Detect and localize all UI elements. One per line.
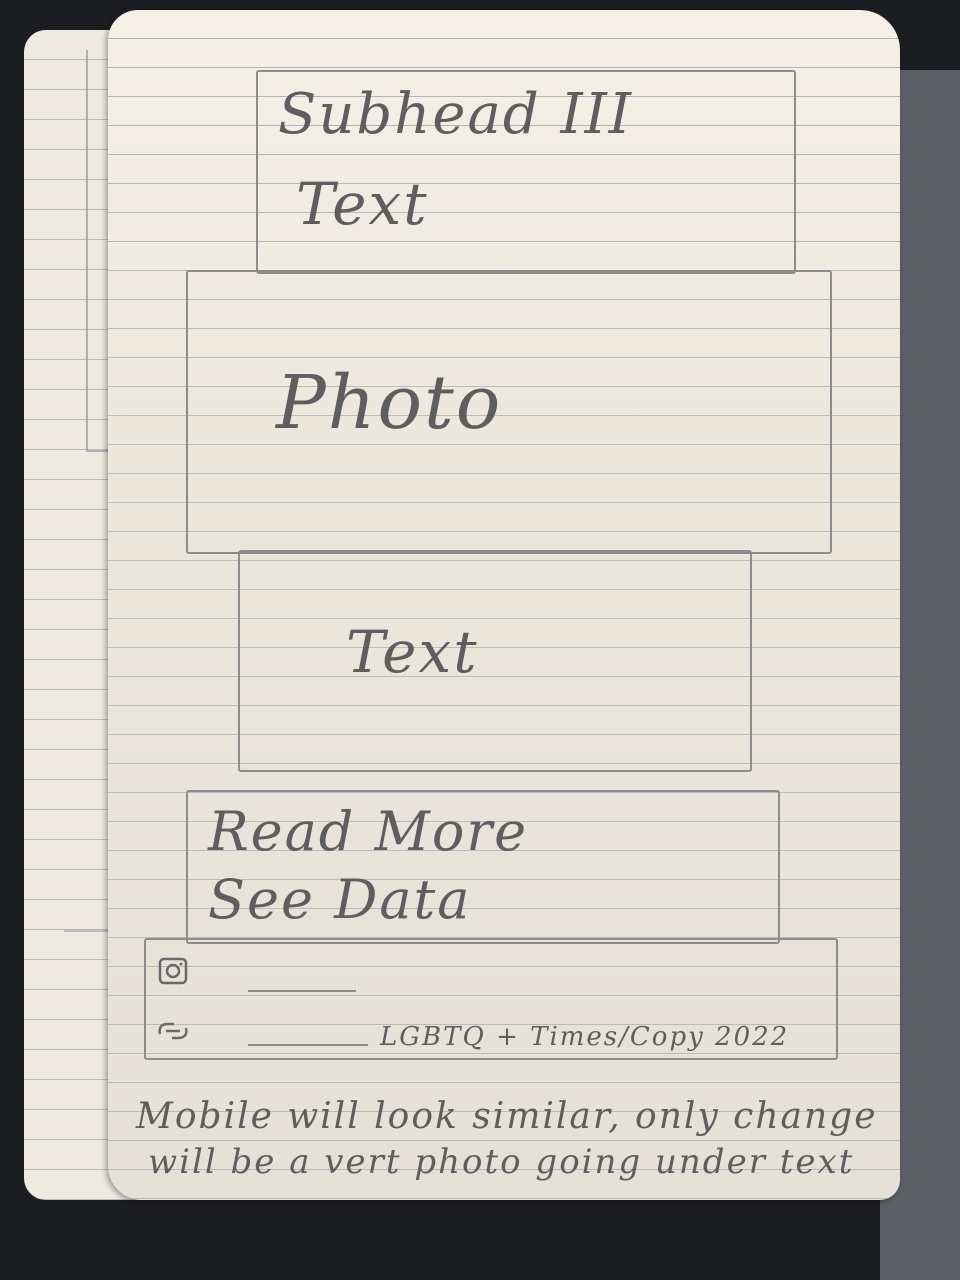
footer-placeholder-line (248, 990, 356, 992)
instagram-icon (158, 956, 192, 986)
note-line-2: will be a vert photo going under text (148, 1142, 855, 1182)
see-data-link: See Data (208, 868, 472, 931)
subhead-label: Subhead III (278, 82, 633, 147)
subhead-text-label: Text (296, 170, 429, 238)
photo-label: Photo (276, 360, 503, 446)
body-text-label: Text (346, 618, 479, 686)
text-section-frame (238, 550, 752, 772)
footer-placeholder-line (248, 1044, 368, 1046)
note-line-1: Mobile will look similar, only change (136, 1096, 878, 1137)
link-icon (156, 1016, 190, 1046)
read-more-link: Read More (208, 800, 529, 863)
notebook-page: Subhead III Text Photo Text Read More Se… (108, 10, 900, 1200)
footer-copyright: LGBTQ + Times/Copy 2022 (380, 1022, 790, 1052)
